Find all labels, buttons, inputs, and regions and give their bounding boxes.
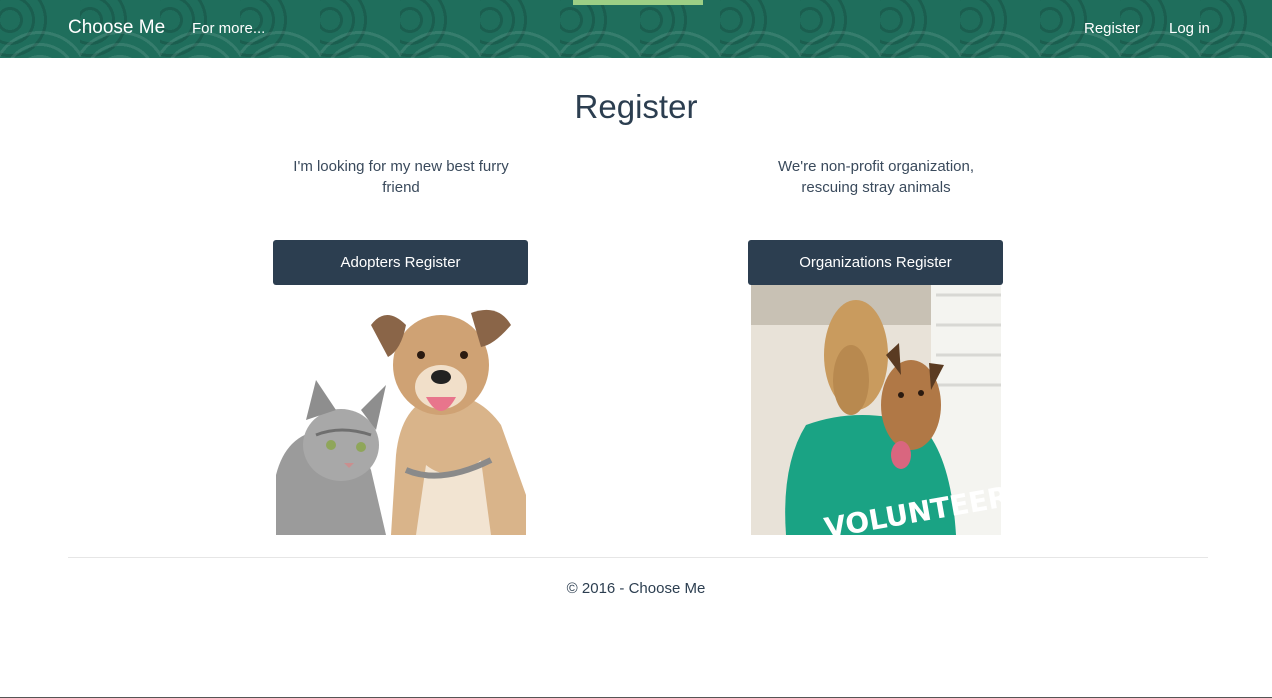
cat-and-dog-image (276, 285, 526, 535)
organizations-register-button[interactable]: Organizations Register (748, 240, 1003, 285)
brand-link[interactable]: Choose Me (68, 17, 165, 39)
nav-register-link[interactable]: Register (1084, 20, 1140, 37)
adopters-register-button[interactable]: Adopters Register (273, 240, 528, 285)
page-title: Register (574, 88, 698, 125)
adopters-description: I'm looking for my new best furry friend (293, 158, 509, 196)
footer-copyright: © 2016 - Choose Me (566, 580, 706, 597)
nav-accent-bar (573, 0, 703, 5)
nav-for-more-link[interactable]: For more... (192, 20, 265, 37)
adopters-column: I'm looking for my new best furry friend… (271, 156, 531, 535)
organizations-column: We're non-profit organization, rescuing … (746, 156, 1006, 535)
volunteer-with-dog-image: VOLUNTEER (751, 285, 1001, 535)
top-navbar: Choose Me For more... Register Log in (0, 0, 1272, 58)
nav-login-link[interactable]: Log in (1169, 20, 1210, 37)
footer-divider (68, 557, 1208, 558)
organizations-description: We're non-profit organization, rescuing … (777, 158, 975, 196)
